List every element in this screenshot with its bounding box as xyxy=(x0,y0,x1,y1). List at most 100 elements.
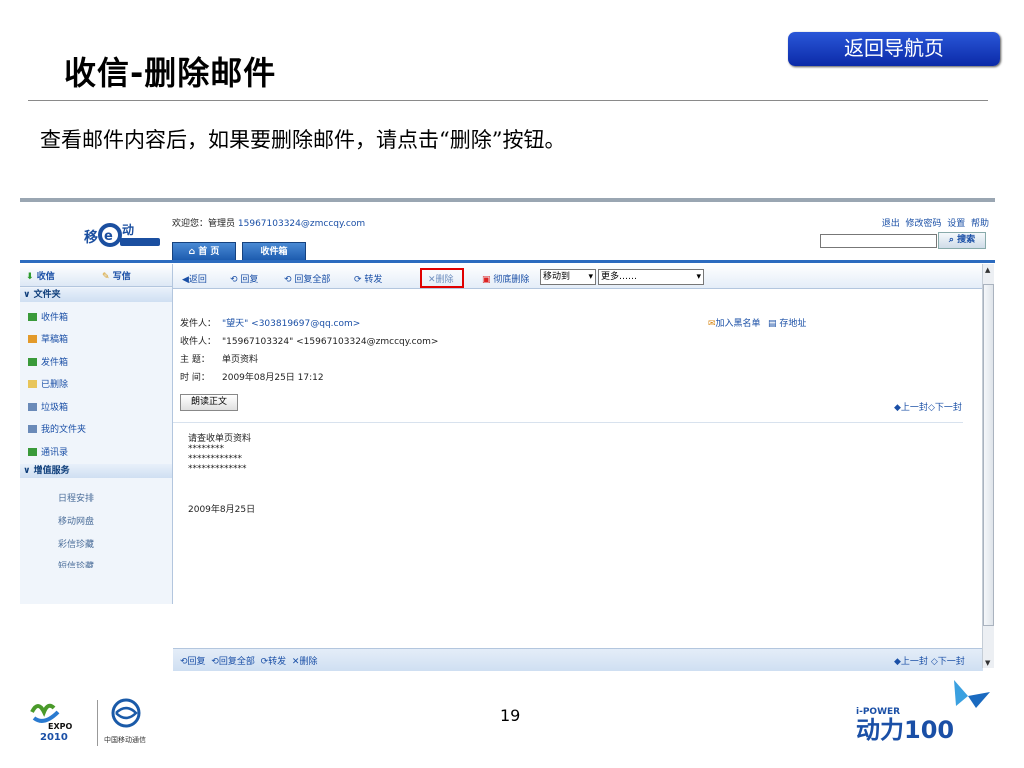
from-name: "望天" xyxy=(222,319,249,329)
svg-text:2010: 2010 xyxy=(40,732,68,743)
scroll-down-icon[interactable]: ▼ xyxy=(985,659,990,667)
folder-section-header[interactable]: ∨ 文件夹 xyxy=(20,288,172,302)
value-service-section-header[interactable]: ∨ 增值服务 xyxy=(20,464,172,478)
sidebar-item-contacts[interactable]: 通讯录 xyxy=(28,445,68,458)
back-arrow-icon: ◀ xyxy=(182,275,189,285)
message-body xyxy=(173,422,963,635)
receive-icon: ⬇ xyxy=(26,272,37,282)
help-link[interactable]: 帮助 xyxy=(971,219,989,229)
save-address-link[interactable]: ▤ 存地址 xyxy=(768,316,806,329)
mail-logo-icon: 移 e 动 xyxy=(84,223,160,247)
reply-all-icon: ⟲ xyxy=(284,275,295,285)
delete-x-icon: ✕ xyxy=(428,275,436,285)
permanent-delete-button[interactable]: ▣ 彻底删除 xyxy=(482,272,529,285)
reply-all-icon: ⟲ xyxy=(211,657,219,667)
bottom-reply-button[interactable]: ⟲回复 xyxy=(180,657,206,667)
sidebar-item-deleted[interactable]: 已删除 xyxy=(28,377,68,390)
sidebar-item-netdisk[interactable]: 移动网盘 xyxy=(58,514,94,527)
message-body-date: 2009年8月25日 xyxy=(188,505,256,515)
prev-next-top: ◆上一封◇下一封 xyxy=(894,400,962,413)
message-body-text: 请查收单页资料 ******** ************ **********… xyxy=(188,434,252,474)
svg-text:动: 动 xyxy=(122,223,134,237)
write-icon: ✎ xyxy=(102,272,113,282)
prev-message-link[interactable]: ◆上一封 xyxy=(894,657,928,667)
header-divider xyxy=(20,260,995,263)
chevron-down-icon: ▾ xyxy=(696,272,701,282)
from-row: 发件人： "望天" <303819697@qq.com> xyxy=(180,319,361,329)
move-to-select[interactable]: 移动到 ▾ xyxy=(540,269,596,285)
chevron-down-icon: ▾ xyxy=(588,272,593,282)
sidebar-item-sms[interactable]: 短信珍藏 xyxy=(58,559,94,568)
spam-folder-icon xyxy=(28,403,37,411)
search-button[interactable]: ⌕ 搜索 xyxy=(938,232,986,249)
scrollbar-thumb[interactable] xyxy=(983,284,994,626)
tab-home[interactable]: ⌂ 首 页 xyxy=(172,242,236,262)
back-to-navigation-button[interactable]: 返回导航页 xyxy=(788,32,1000,66)
folder-icon xyxy=(28,380,37,388)
reply-icon: ⟲ xyxy=(230,275,241,285)
add-blacklist-link[interactable]: ✉加入黑名单 xyxy=(708,316,761,329)
sidebar-item-sent[interactable]: 发件箱 xyxy=(28,355,68,368)
title-divider xyxy=(28,100,988,101)
write-button[interactable]: ✎ 写信 xyxy=(102,269,131,282)
compose-bar: ⬇ 收信 ✎ 写信 xyxy=(20,264,172,287)
scroll-up-icon[interactable]: ▲ xyxy=(985,266,990,274)
bottom-delete-button[interactable]: ✕删除 xyxy=(292,657,318,667)
forward-button[interactable]: ⟳ 转发 xyxy=(354,272,382,285)
settings-link[interactable]: 设置 xyxy=(947,219,965,229)
bottom-reply-all-button[interactable]: ⟲回复全部 xyxy=(211,657,255,667)
prev-message-link[interactable]: ◆上一封 xyxy=(894,403,928,413)
address-book-icon: ▤ xyxy=(768,319,780,329)
read-aloud-button[interactable]: 朗读正文 xyxy=(180,394,238,411)
prev-next-bottom: ◆上一封 ◇下一封 xyxy=(894,654,965,667)
bottom-actions: ⟲回复 ⟲回复全部 ⟳转发 ✕删除 xyxy=(180,654,317,667)
ipower-dongli100-logo-icon: i-POWER 动力100 xyxy=(856,680,990,744)
sidebar-item-spam[interactable]: 垃圾箱 xyxy=(28,400,68,413)
chevron-down-icon: ∨ xyxy=(20,290,34,300)
sidebar-item-drafts[interactable]: 草稿箱 xyxy=(28,332,68,345)
search-input[interactable] xyxy=(820,234,937,248)
sidebar-item-my-folders[interactable]: 我的文件夹 xyxy=(28,422,86,435)
inbox-icon xyxy=(28,313,37,321)
tab-inbox[interactable]: 收件箱 xyxy=(242,242,306,262)
next-icon: ◇ xyxy=(927,403,935,413)
perm-delete-icon: ▣ xyxy=(482,275,494,285)
prev-icon: ◆ xyxy=(894,657,901,667)
sidebar-item-mms[interactable]: 彩信珍藏 xyxy=(58,537,94,550)
change-password-link[interactable]: 修改密码 xyxy=(905,219,941,229)
page-number: 19 xyxy=(500,706,521,725)
delete-button[interactable]: ✕删除 xyxy=(428,272,454,285)
to-row: 收件人： "15967103324" <15967103324@zmccqy.co… xyxy=(180,337,439,347)
svg-text:e: e xyxy=(104,229,113,244)
svg-text:中国移动通信: 中国移动通信 xyxy=(104,735,146,744)
slide-description: 查看邮件内容后，如果要删除邮件，请点击“删除”按钮。 xyxy=(40,128,566,152)
logout-link[interactable]: 退出 xyxy=(882,219,900,229)
reply-all-button[interactable]: ⟲ 回复全部 xyxy=(284,272,330,285)
blacklist-icon: ✉ xyxy=(708,319,716,329)
expo-2010-logo-icon: EXPO 2010 xyxy=(30,703,72,743)
next-message-link[interactable]: ◇下一封 xyxy=(928,403,962,413)
chevron-down-icon: ∨ xyxy=(20,466,34,476)
bottom-forward-button[interactable]: ⟳转发 xyxy=(261,657,287,667)
sidebar-item-schedule[interactable]: 日程安排 xyxy=(58,491,94,504)
footer-logo-divider xyxy=(97,700,98,746)
my-folders-icon xyxy=(28,425,37,433)
reply-button[interactable]: ⟲ 回复 xyxy=(230,272,258,285)
sidebar-item-inbox[interactable]: 收件箱 xyxy=(28,310,68,323)
from-address: <303819697@qq.com> xyxy=(251,319,361,329)
drafts-icon xyxy=(28,335,37,343)
reply-icon: ⟲ xyxy=(180,657,188,667)
subject-text: 单页资料 xyxy=(222,355,259,365)
next-icon: ◇ xyxy=(930,657,938,667)
more-select[interactable]: 更多…… ▾ xyxy=(598,269,704,285)
receive-button[interactable]: ⬇ 收信 xyxy=(26,269,55,282)
back-button[interactable]: ◀返回 xyxy=(182,272,207,285)
prev-icon: ◆ xyxy=(894,403,901,413)
svg-text:EXPO: EXPO xyxy=(48,722,72,731)
subject-row: 主 题： 单页资料 xyxy=(180,355,259,365)
svg-text:移: 移 xyxy=(84,229,98,246)
next-message-link[interactable]: ◇下一封 xyxy=(931,657,965,667)
svg-text:动力100: 动力100 xyxy=(856,716,954,744)
forward-icon: ⟳ xyxy=(354,275,365,285)
to-address: "15967103324" <15967103324@zmccqy.com> xyxy=(222,337,439,347)
